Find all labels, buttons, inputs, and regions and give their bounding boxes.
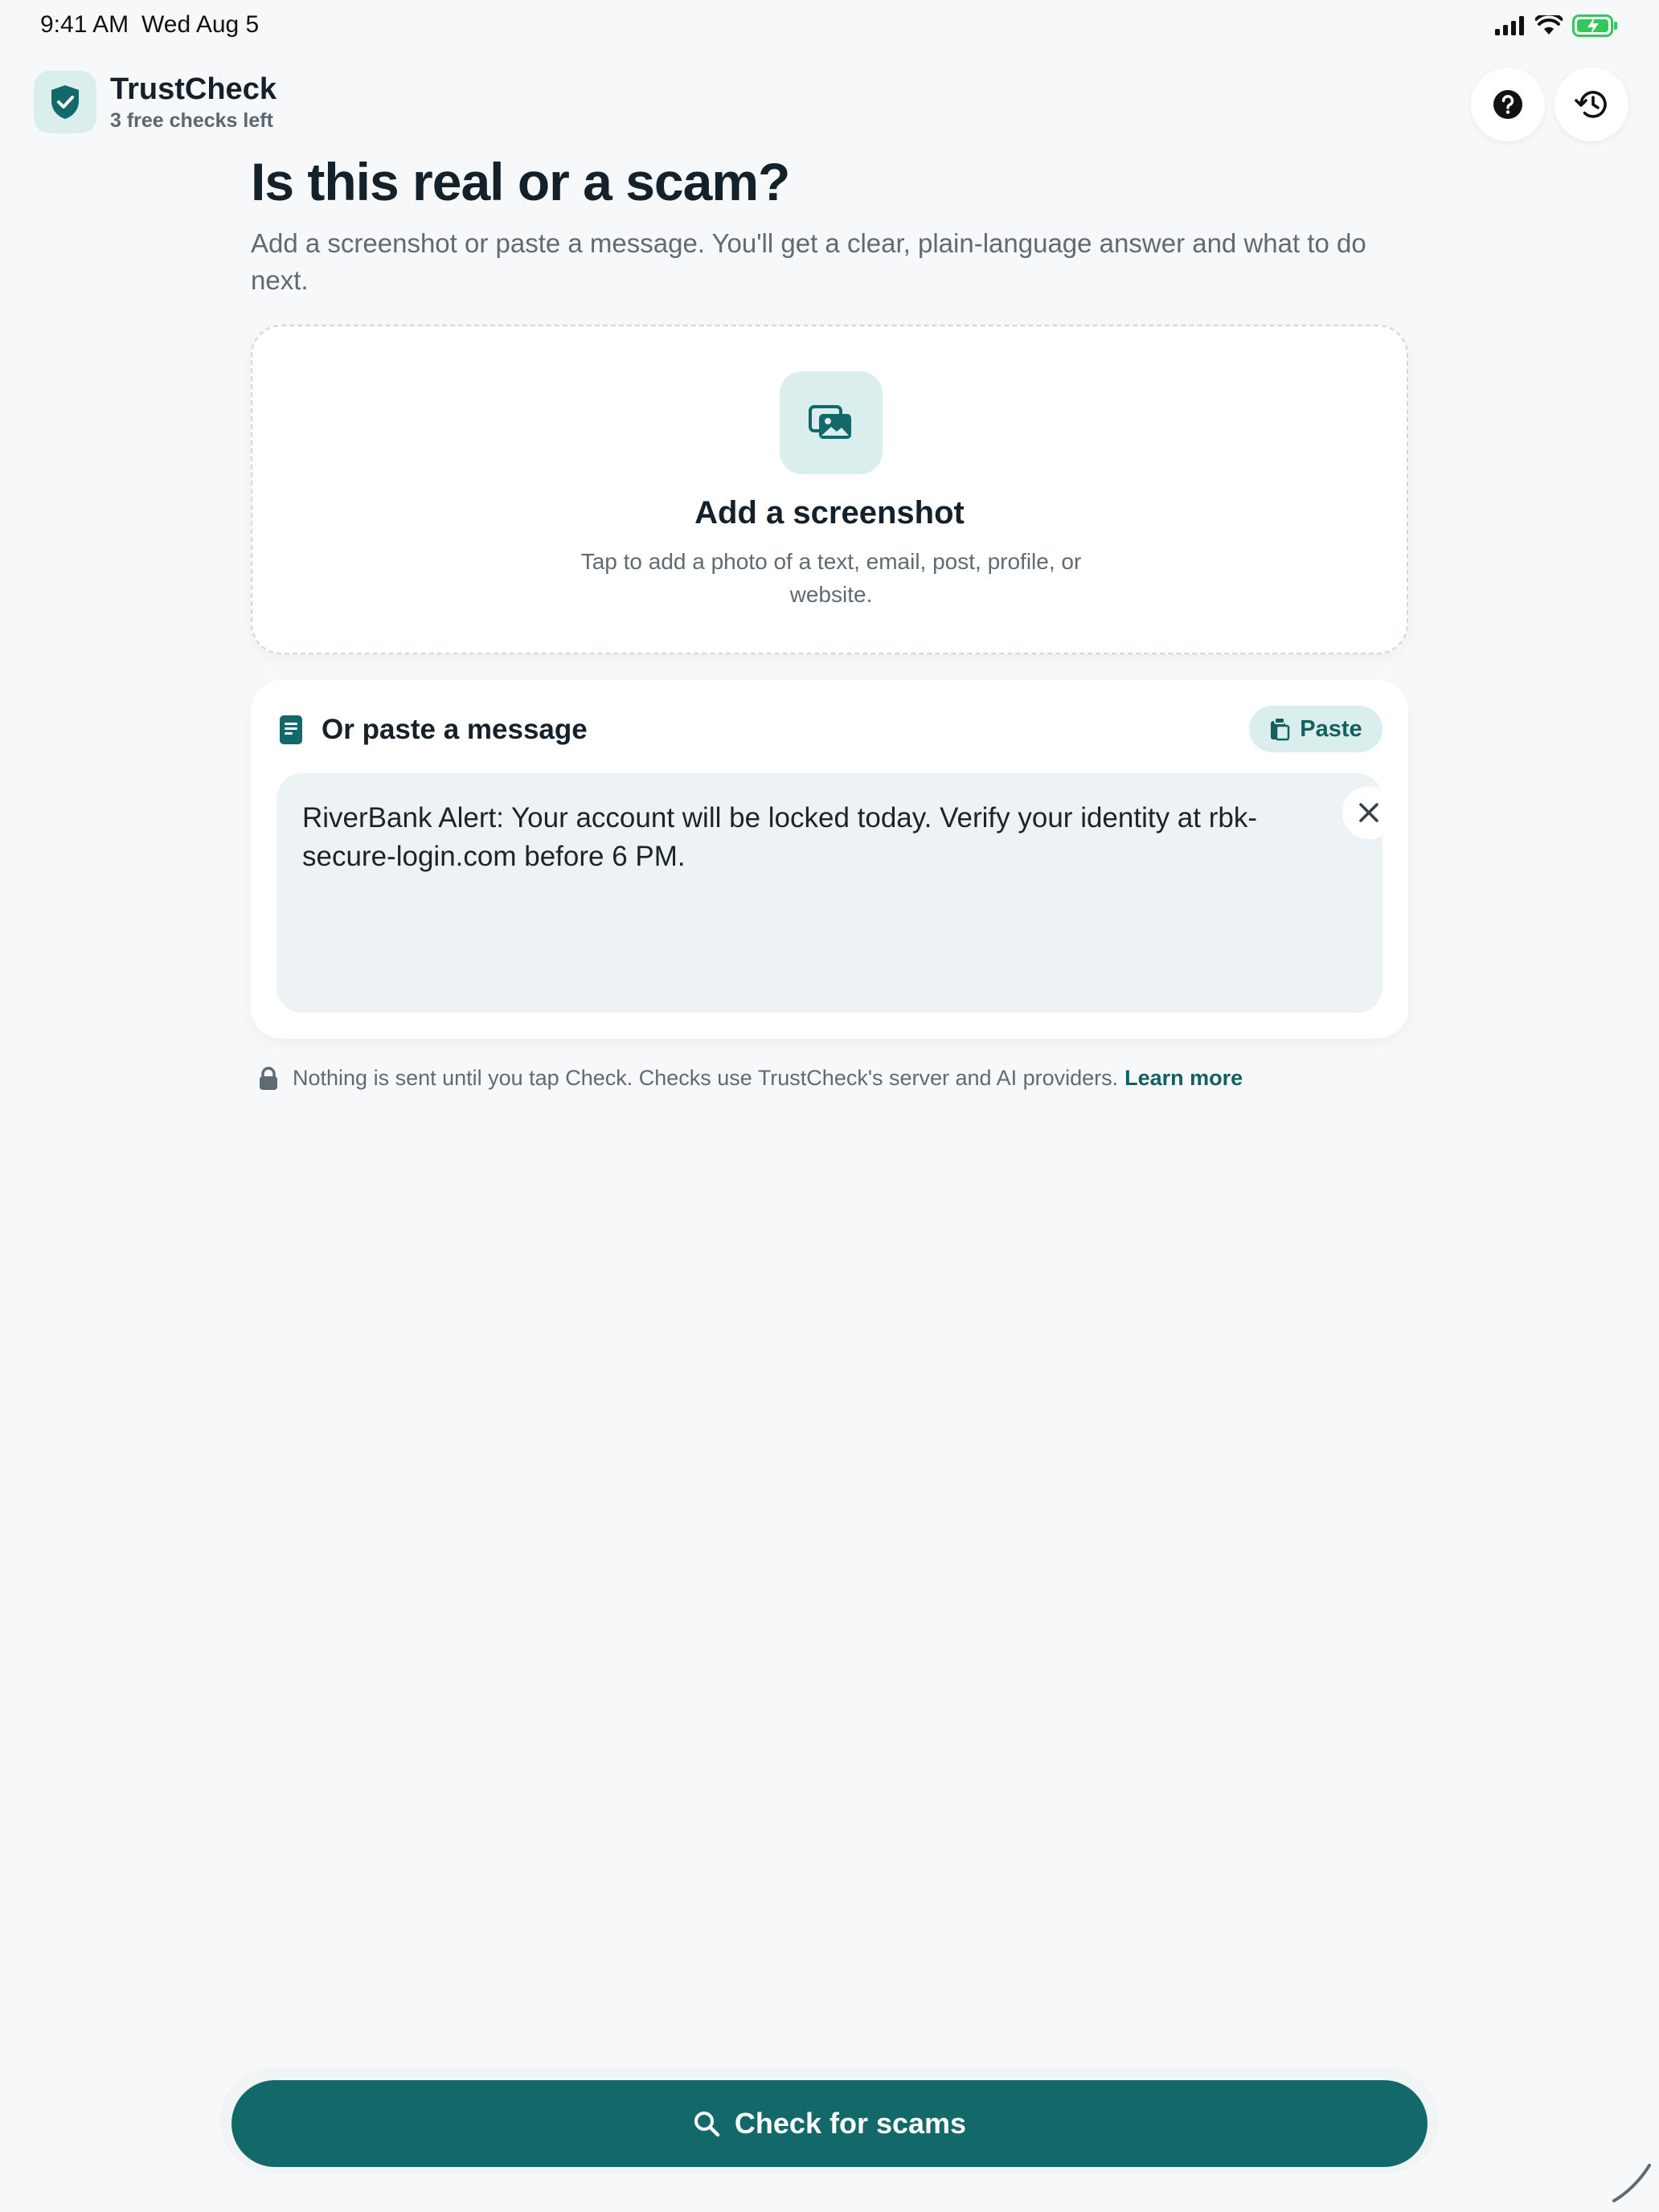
privacy-note: Nothing is sent until you tap Check. Che… [259, 1066, 1243, 1091]
close-icon [1359, 803, 1378, 822]
check-for-scams-button[interactable]: Check for scams [231, 2080, 1428, 2167]
privacy-text: Nothing is sent until you tap Check. Che… [293, 1066, 1243, 1091]
battery-charging-icon [1572, 14, 1617, 37]
pencil-indicator-icon [1612, 2164, 1651, 2202]
message-text[interactable]: RiverBank Alert: Your account will be lo… [302, 799, 1291, 876]
search-icon [694, 2112, 720, 2137]
signal-icon [1495, 16, 1524, 35]
message-textarea[interactable]: RiverBank Alert: Your account will be lo… [276, 773, 1395, 1013]
help-button[interactable] [1471, 68, 1545, 141]
check-for-scams-label: Check for scams [734, 2107, 967, 2140]
add-screenshot-card[interactable]: Add a screenshot Tap to add a photo of a… [251, 325, 1408, 654]
clear-message-button[interactable] [1342, 786, 1395, 839]
document-icon [280, 715, 302, 744]
paste-button[interactable]: Paste [1249, 706, 1382, 752]
app-logo [34, 71, 96, 133]
paste-button-label: Paste [1300, 715, 1362, 742]
shield-check-icon [51, 85, 79, 119]
photos-icon [809, 405, 851, 439]
lock-icon [260, 1066, 277, 1090]
app-screen: 9:41 AM Wed Aug 5 TrustCheck 3 free chec… [0, 0, 1659, 2212]
page-subtitle: Add a screenshot or paste a message. You… [251, 228, 1366, 295]
history-button[interactable] [1555, 68, 1628, 141]
clipboard-icon [1271, 717, 1290, 741]
status-date: Wed Aug 5 [141, 11, 260, 38]
status-bar: 9:41 AM Wed Aug 5 [0, 0, 1659, 51]
page-title: Is this real or a scam? [251, 152, 790, 211]
paste-message-title: Or paste a message [322, 714, 588, 745]
checks-left: 3 free checks left [110, 109, 273, 132]
screenshot-icon-tile [780, 371, 883, 474]
wifi-icon [1535, 15, 1563, 35]
app-name: TrustCheck [110, 72, 276, 106]
add-screenshot-title: Add a screenshot [694, 495, 965, 530]
paste-message-card: Or paste a message Paste RiverBank Alert… [251, 680, 1408, 1038]
history-icon [1575, 91, 1607, 118]
status-icons [1495, 14, 1619, 37]
help-icon [1493, 90, 1522, 119]
add-screenshot-description: Tap to add a photo of a text, email, pos… [580, 549, 1082, 607]
privacy-message: Nothing is sent until you tap Check. Che… [293, 1066, 1119, 1090]
learn-more-link[interactable]: Learn more [1124, 1066, 1243, 1090]
status-time: 9:41 AM [40, 11, 129, 38]
